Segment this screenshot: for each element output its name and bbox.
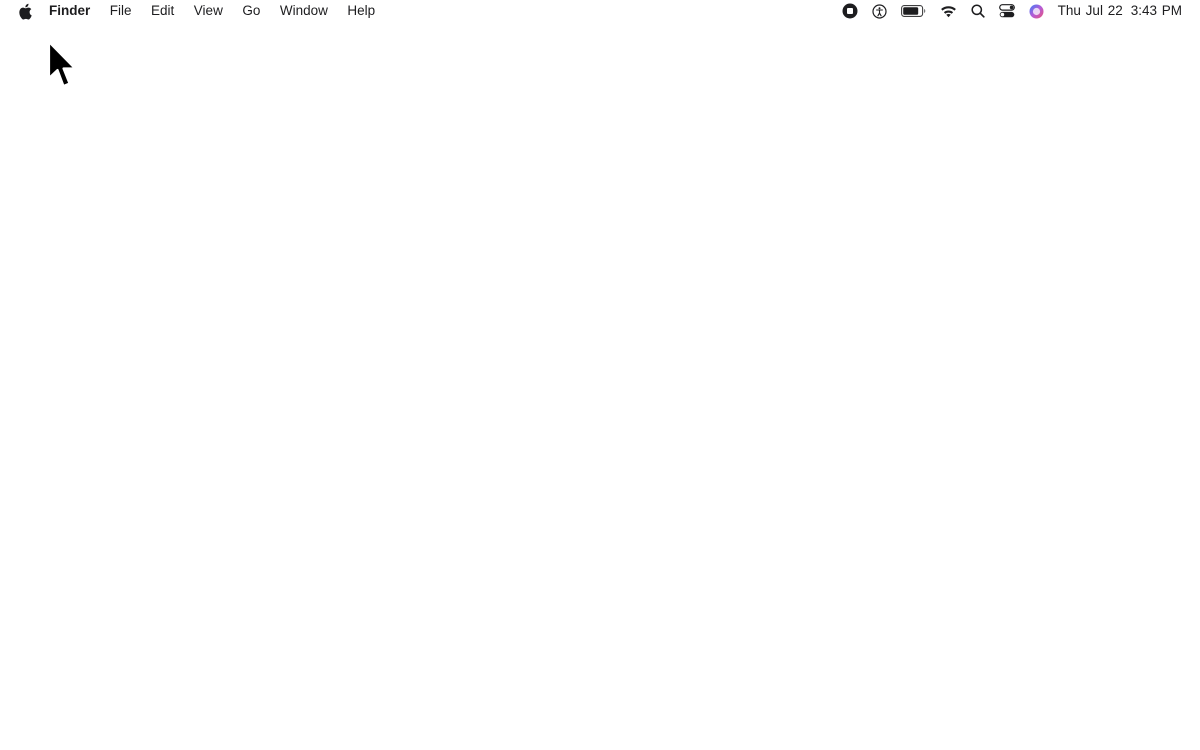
menu-bar: Finder File Edit View Go Window Help Thu… <box>0 0 1200 22</box>
menu-bar-right: Thu Jul 22 3:43 PM <box>828 0 1200 22</box>
control-center-icon[interactable] <box>998 0 1015 22</box>
menu-view[interactable]: View <box>194 0 223 22</box>
menu-go[interactable]: Go <box>242 0 260 22</box>
menu-help[interactable]: Help <box>347 0 375 22</box>
desktop: Finder File Edit View Go Window Help Thu… <box>0 0 1200 750</box>
arrow-cursor-icon <box>46 40 80 92</box>
menu-bar-left: Finder File Edit View Go Window Help <box>0 0 395 22</box>
apple-logo-icon[interactable] <box>17 2 33 20</box>
menu-app-name[interactable]: Finder <box>49 0 90 22</box>
spotlight-search-icon[interactable] <box>971 0 985 22</box>
screen-recording-stop-icon[interactable] <box>842 0 858 22</box>
siri-icon[interactable] <box>1029 0 1044 22</box>
menu-window[interactable]: Window <box>280 0 328 22</box>
menu-file[interactable]: File <box>110 0 132 22</box>
accessibility-icon[interactable] <box>872 0 887 22</box>
wifi-icon[interactable] <box>940 0 957 22</box>
battery-icon[interactable] <box>900 0 926 22</box>
clock-date: Thu Jul 22 <box>1057 3 1123 18</box>
menu-edit[interactable]: Edit <box>151 0 174 22</box>
menu-bar-clock[interactable]: Thu Jul 22 3:43 PM <box>1058 0 1182 22</box>
clock-time: 3:43 PM <box>1130 3 1182 18</box>
